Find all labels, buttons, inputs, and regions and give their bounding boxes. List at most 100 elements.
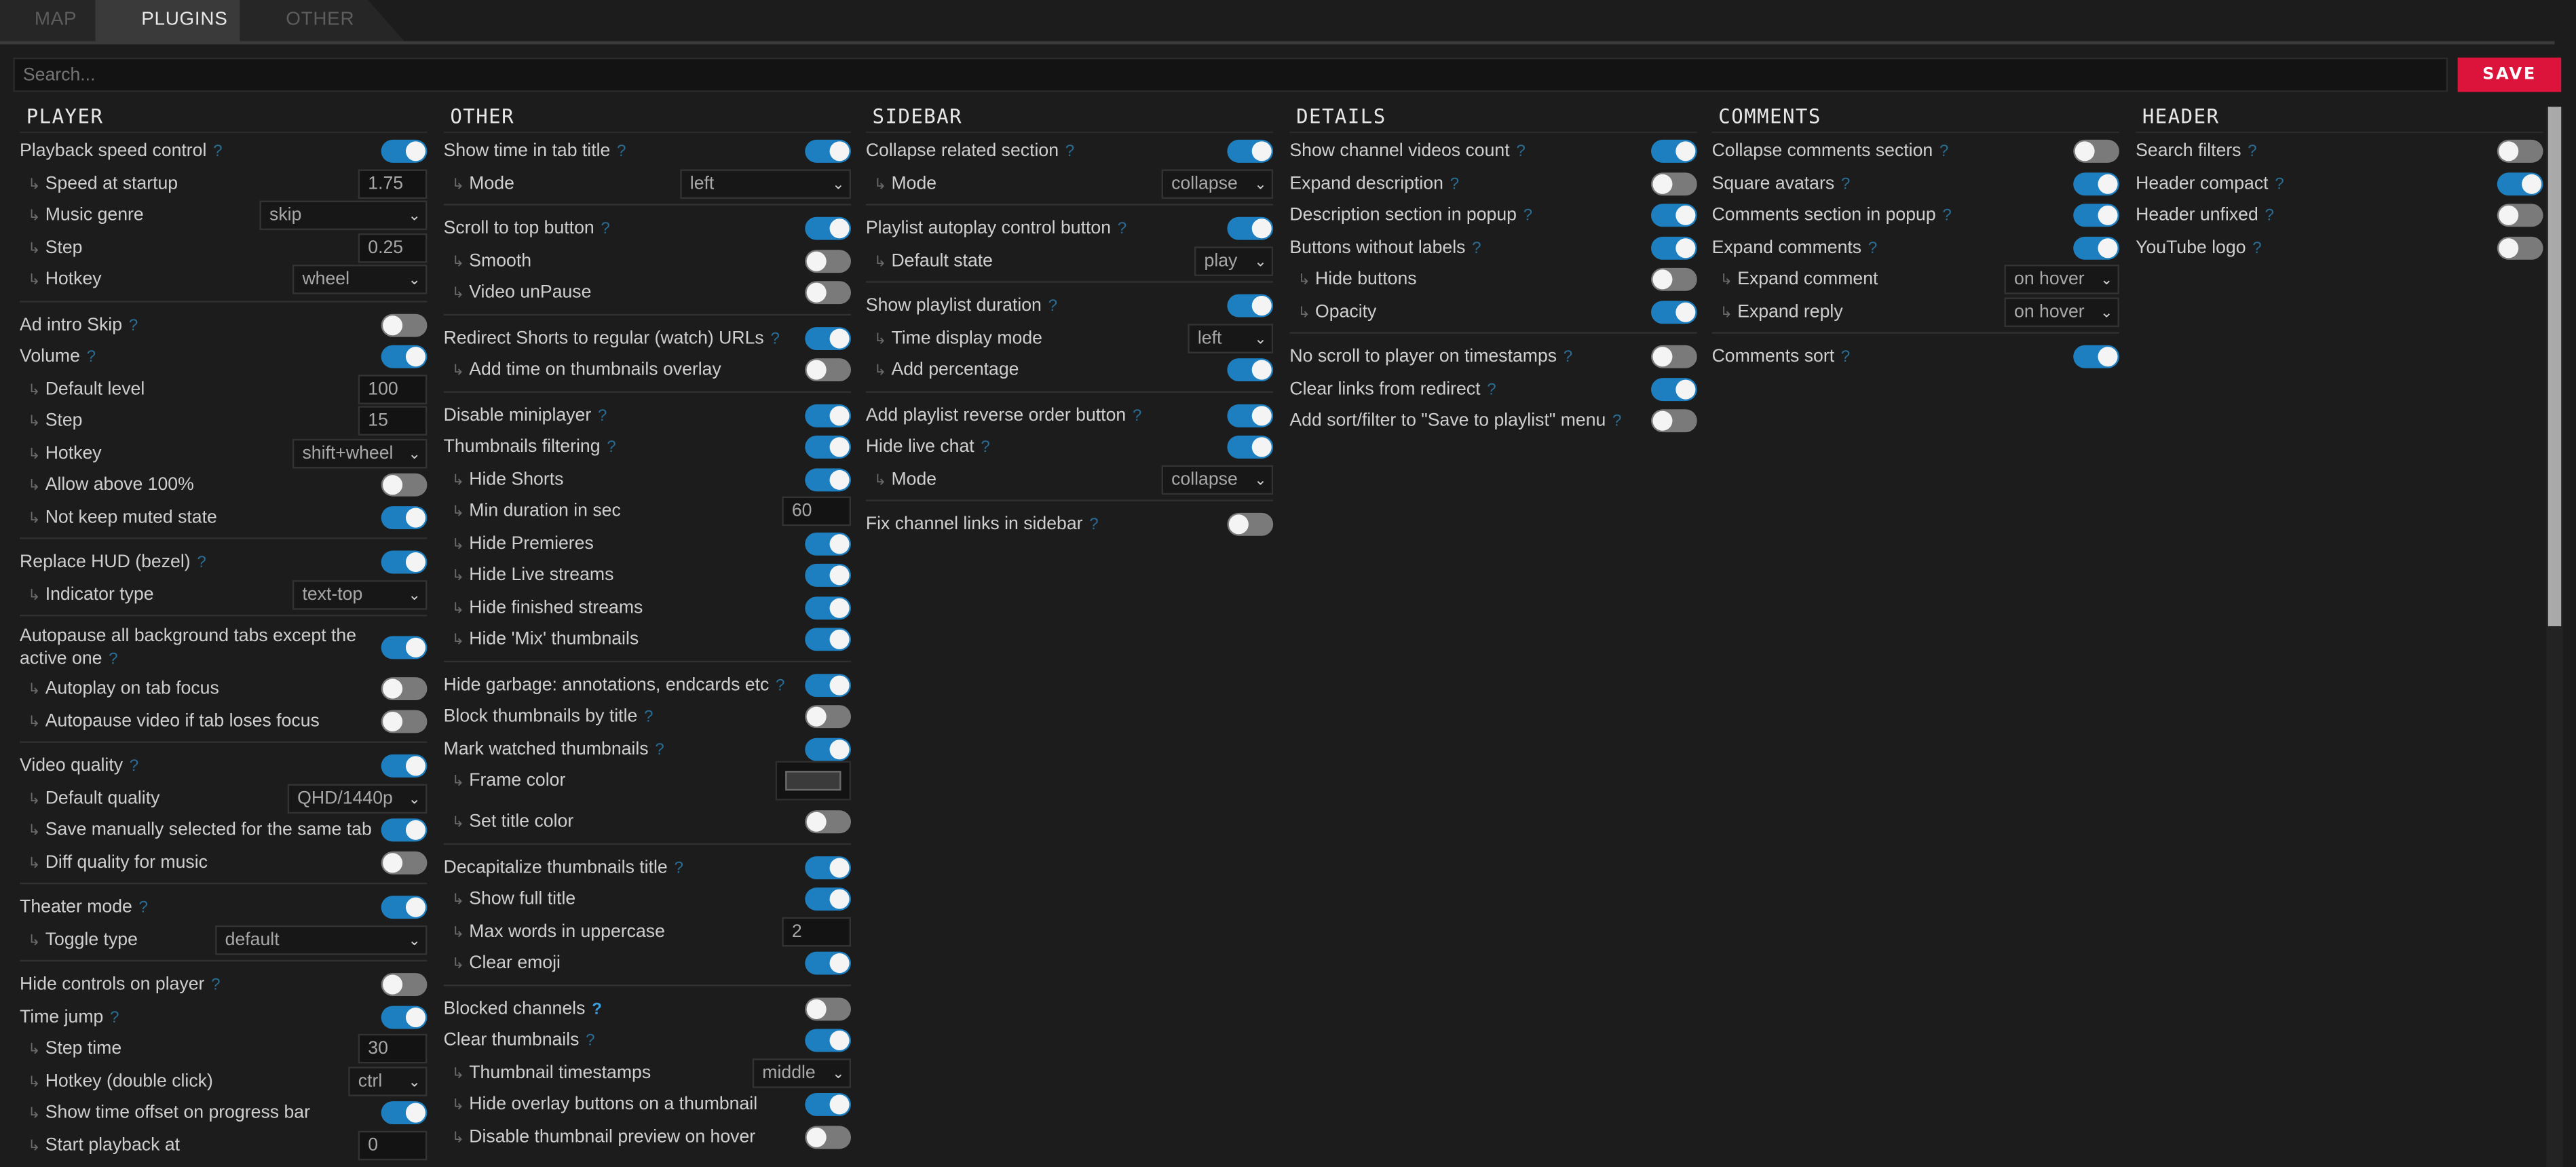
help-icon[interactable]: ? [2248, 143, 2256, 161]
help-icon[interactable]: ? [592, 1000, 602, 1018]
dropdown-select[interactable]: on hover ⌄ [2004, 265, 2119, 294]
dropdown-select[interactable]: left ⌄ [680, 168, 852, 198]
toggle-switch[interactable] [1227, 294, 1274, 318]
help-icon[interactable]: ? [110, 1008, 119, 1027]
toggle-switch[interactable] [1651, 267, 1697, 291]
toggle-switch[interactable] [381, 550, 428, 574]
dropdown-select[interactable]: skip ⌄ [259, 200, 428, 231]
help-icon[interactable]: ? [1564, 349, 1572, 367]
help-icon[interactable]: ? [2275, 175, 2284, 193]
toggle-switch[interactable] [805, 216, 852, 240]
help-icon[interactable]: ? [655, 740, 664, 759]
toggle-switch[interactable] [381, 850, 428, 874]
help-icon[interactable]: ? [1942, 207, 1951, 225]
toggle-switch[interactable] [1651, 139, 1697, 163]
dropdown-select[interactable]: left ⌄ [1188, 323, 1274, 353]
help-icon[interactable]: ? [981, 439, 989, 457]
help-icon[interactable]: ? [617, 143, 626, 161]
help-icon[interactable]: ? [607, 439, 615, 457]
toggle-switch[interactable] [381, 636, 428, 659]
toggle-switch[interactable] [805, 737, 852, 761]
help-icon[interactable]: ? [770, 330, 779, 348]
toggle-switch[interactable] [1651, 345, 1697, 368]
toggle-switch[interactable] [805, 531, 852, 555]
toggle-switch[interactable] [805, 139, 852, 163]
help-icon[interactable]: ? [1841, 175, 1850, 193]
dropdown-select[interactable]: ctrl ⌄ [348, 1065, 428, 1096]
help-icon[interactable]: ? [674, 859, 683, 877]
toggle-switch[interactable] [805, 249, 852, 272]
toggle-switch[interactable] [1227, 435, 1274, 459]
value-input[interactable] [358, 1033, 428, 1064]
help-icon[interactable]: ? [1612, 413, 1621, 431]
help-icon[interactable]: ? [1472, 239, 1481, 257]
toggle-switch[interactable] [805, 673, 852, 696]
toggle-switch[interactable] [1651, 204, 1697, 227]
toggle-switch[interactable] [1651, 235, 1697, 259]
toggle-switch[interactable] [805, 810, 852, 834]
dropdown-select[interactable]: play ⌄ [1194, 246, 1274, 275]
help-icon[interactable]: ? [87, 349, 96, 367]
toggle-switch[interactable] [805, 563, 852, 587]
dropdown-select[interactable]: wheel ⌄ [292, 265, 428, 294]
toggle-switch[interactable] [805, 1125, 852, 1149]
toggle-switch[interactable] [1227, 512, 1274, 536]
toggle-switch[interactable] [805, 435, 852, 459]
toggle-switch[interactable] [1227, 403, 1274, 427]
help-icon[interactable]: ? [2252, 239, 2261, 257]
toggle-switch[interactable] [805, 403, 852, 427]
toggle-switch[interactable] [2497, 235, 2543, 259]
toggle-switch[interactable] [2497, 139, 2543, 163]
toggle-switch[interactable] [805, 855, 852, 879]
value-input[interactable] [782, 496, 852, 527]
toggle-switch[interactable] [805, 467, 852, 491]
toggle-switch[interactable] [381, 473, 428, 497]
toggle-switch[interactable] [805, 281, 852, 305]
help-icon[interactable]: ? [1450, 175, 1459, 193]
toggle-switch[interactable] [1651, 377, 1697, 400]
dropdown-select[interactable]: shift+wheel ⌄ [292, 438, 428, 468]
help-icon[interactable]: ? [211, 976, 220, 995]
help-icon[interactable]: ? [1065, 143, 1074, 161]
help-icon[interactable]: ? [1523, 207, 1532, 225]
toggle-switch[interactable] [1227, 139, 1274, 163]
toggle-switch[interactable] [805, 997, 852, 1020]
value-input[interactable] [782, 916, 852, 946]
toggle-switch[interactable] [805, 628, 852, 651]
help-icon[interactable]: ? [2265, 207, 2273, 225]
dropdown-select[interactable]: middle ⌄ [752, 1057, 852, 1088]
dropdown-select[interactable]: on hover ⌄ [2004, 296, 2119, 326]
save-button[interactable]: SAVE [2457, 57, 2562, 92]
help-icon[interactable]: ? [197, 554, 206, 572]
toggle-switch[interactable] [2497, 172, 2543, 195]
toggle-switch[interactable] [2073, 235, 2119, 259]
toggle-switch[interactable] [2073, 345, 2119, 368]
value-input[interactable] [358, 374, 428, 404]
value-input[interactable] [358, 1130, 428, 1160]
toggle-switch[interactable] [1227, 216, 1274, 240]
toggle-switch[interactable] [805, 705, 852, 729]
toggle-switch[interactable] [381, 1101, 428, 1124]
help-icon[interactable]: ? [1118, 221, 1126, 239]
help-icon[interactable]: ? [1133, 407, 1141, 425]
toggle-switch[interactable] [2497, 204, 2543, 227]
search-input[interactable] [13, 57, 2448, 92]
toggle-switch[interactable] [381, 818, 428, 842]
toggle-switch[interactable] [1651, 409, 1697, 433]
dropdown-select[interactable]: collapse ⌄ [1161, 464, 1274, 494]
toggle-switch[interactable] [381, 139, 428, 163]
dropdown-select[interactable]: text-top ⌄ [292, 579, 428, 609]
help-icon[interactable]: ? [129, 316, 138, 334]
toggle-switch[interactable] [381, 754, 428, 778]
help-icon[interactable]: ? [1516, 143, 1525, 161]
help-icon[interactable]: ? [1841, 349, 1850, 367]
value-input[interactable] [358, 168, 428, 198]
toggle-switch[interactable] [805, 326, 852, 349]
toggle-switch[interactable] [2073, 139, 2119, 163]
toggle-switch[interactable] [2073, 172, 2119, 195]
help-icon[interactable]: ? [776, 676, 784, 695]
dropdown-select[interactable]: default ⌄ [215, 924, 428, 955]
dropdown-select[interactable]: QHD/1440p ⌄ [287, 783, 428, 813]
toggle-switch[interactable] [381, 677, 428, 700]
help-icon[interactable]: ? [586, 1032, 594, 1050]
